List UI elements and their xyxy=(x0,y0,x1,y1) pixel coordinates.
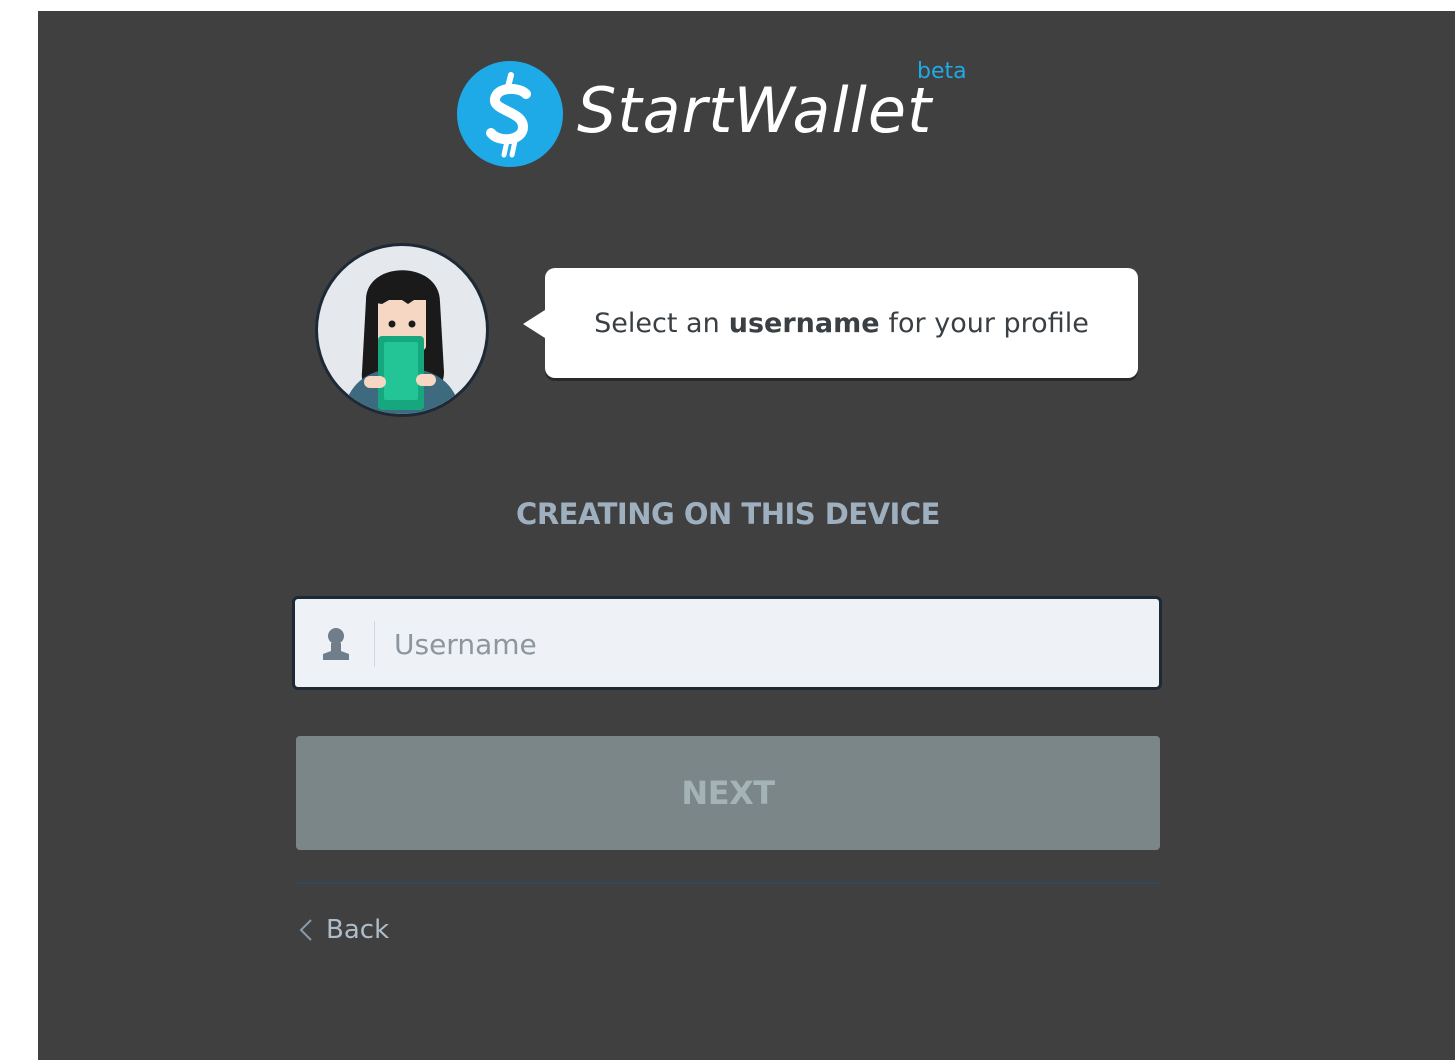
user-icon xyxy=(323,628,349,660)
brand-name: StartWallet xyxy=(577,74,933,147)
back-link[interactable]: Back xyxy=(298,915,389,945)
prompt-prefix: Select an xyxy=(594,307,720,339)
chevron-left-icon xyxy=(299,919,312,941)
input-divider xyxy=(374,621,375,667)
next-button[interactable]: NEXT xyxy=(296,736,1160,850)
username-input[interactable] xyxy=(392,611,1136,677)
dollar-coin-icon xyxy=(457,61,563,167)
footer-divider xyxy=(296,882,1160,884)
username-field[interactable] xyxy=(292,596,1162,690)
prompt-suffix: for your profile xyxy=(888,307,1089,339)
section-heading: CREATING ON THIS DEVICE xyxy=(516,497,940,531)
brand-logo: StartWallet beta xyxy=(457,59,977,169)
back-label: Back xyxy=(326,915,390,945)
prompt-bubble: Select an username for your profile xyxy=(523,268,1138,378)
avatar-illustration xyxy=(315,243,489,417)
beta-badge: beta xyxy=(917,59,967,84)
app-panel: StartWallet beta Select an username for … xyxy=(38,11,1455,1060)
prompt-emphasis: username xyxy=(728,307,880,339)
